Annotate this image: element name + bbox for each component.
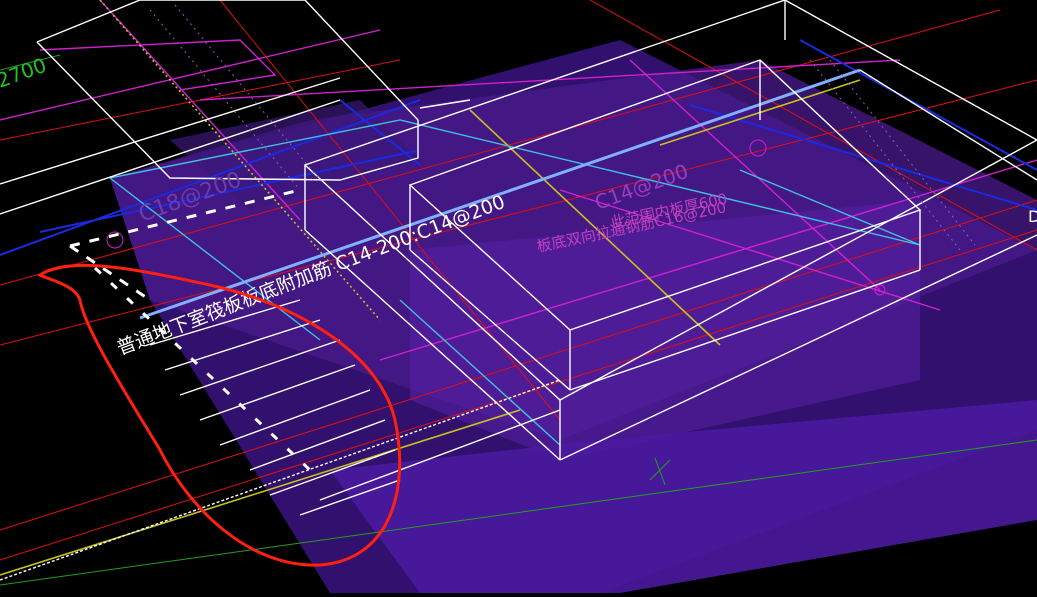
cad-canvas: 2700 C18@200 C14@200 普通地下室筏板板底附加筋 C14-20…: [0, 0, 1037, 593]
cad-3d-viewport[interactable]: 2700 C18@200 C14@200 普通地下室筏板板底附加筋 C14-20…: [0, 0, 1037, 593]
slab-volumes: [110, 40, 1037, 593]
dim-label-2700: 2700: [0, 53, 50, 93]
edge-letter: D: [1028, 207, 1037, 226]
